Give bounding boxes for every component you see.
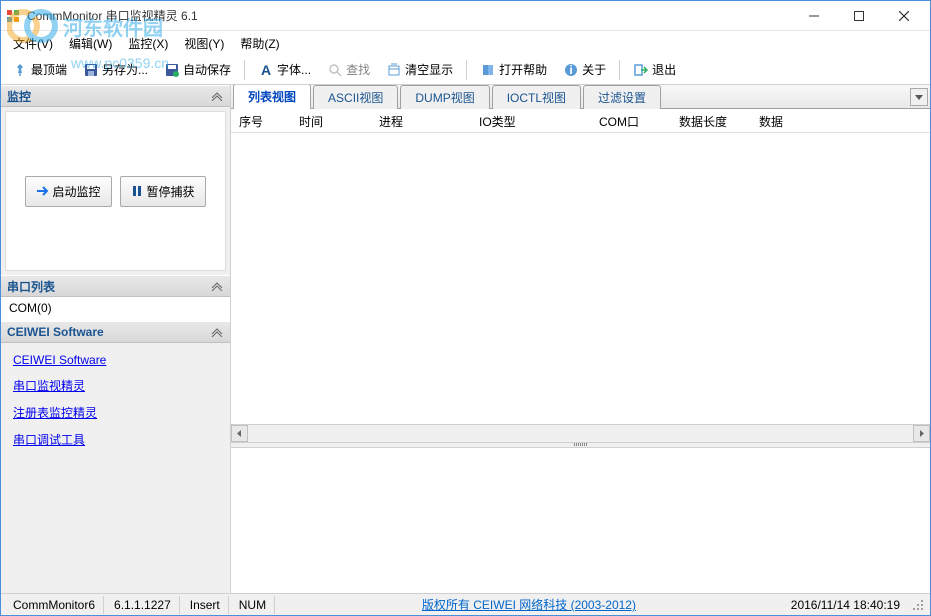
main-window: 河东软件园 www.pc0359.cn CommMonitor 串口监视精灵 6…: [0, 0, 931, 616]
clear-icon: [386, 62, 402, 78]
svg-text:i: i: [569, 63, 572, 77]
table-header: 序号 时间 进程 IO类型 COM口 数据长度 数据: [231, 109, 930, 133]
links-panel: CEIWEI Software CEIWEI Software 串口监视精灵 注…: [1, 321, 230, 593]
monitor-panel-header[interactable]: 监控: [1, 85, 230, 107]
autosave-icon: [164, 62, 180, 78]
separator: [619, 60, 620, 80]
pin-icon: [12, 62, 28, 78]
status-version: 6.1.1.1227: [106, 596, 180, 614]
book-icon: [480, 62, 496, 78]
menubar: 文件(V) 编辑(W) 监控(X) 视图(Y) 帮助(Z): [1, 31, 930, 55]
tool-clear[interactable]: 清空显示: [379, 58, 460, 81]
statusbar: CommMonitor6 6.1.1.1227 Insert NUM 版权所有 …: [1, 593, 930, 615]
start-monitor-button[interactable]: 启动监控: [25, 176, 111, 207]
col-proc[interactable]: 进程: [371, 109, 471, 132]
table-body: [231, 133, 930, 424]
app-icon: [5, 8, 21, 24]
monitor-panel: 监控 启动监控 暂停捕获: [1, 85, 230, 275]
search-icon: [327, 62, 343, 78]
pause-capture-button[interactable]: 暂停捕获: [120, 176, 206, 207]
main-area: 列表视图 ASCII视图 DUMP视图 IOCTL视图 过滤设置 序号 时间 进…: [231, 85, 930, 593]
status-app: CommMonitor6: [5, 596, 104, 614]
titlebar: CommMonitor 串口监视精灵 6.1: [1, 1, 930, 31]
comlist-panel-header[interactable]: 串口列表: [1, 275, 230, 297]
col-time[interactable]: 时间: [291, 109, 371, 132]
col-datalen[interactable]: 数据长度: [671, 109, 751, 132]
tabstrip: 列表视图 ASCII视图 DUMP视图 IOCTL视图 过滤设置: [231, 85, 930, 109]
tab-dump-view[interactable]: DUMP视图: [400, 85, 489, 109]
scroll-right-icon[interactable]: [913, 425, 930, 442]
tool-find[interactable]: 查找: [320, 58, 377, 81]
tool-saveas[interactable]: 另存为...: [76, 58, 155, 81]
comlist-panel: 串口列表 COM(0): [1, 275, 230, 321]
save-icon: [83, 62, 99, 78]
link-serial-monitor[interactable]: 串口监视精灵: [13, 377, 218, 394]
menu-file[interactable]: 文件(V): [5, 33, 61, 54]
content-area: 监控 启动监控 暂停捕获 串口列表: [1, 85, 930, 593]
minimize-button[interactable]: [791, 2, 836, 30]
resize-grip-icon[interactable]: [910, 597, 926, 613]
tool-help[interactable]: 打开帮助: [473, 58, 554, 81]
sidebar: 监控 启动监控 暂停捕获 串口列表: [1, 85, 231, 593]
com-item[interactable]: COM(0): [9, 301, 52, 315]
toolbar: 最顶端 另存为... 自动保存 A 字体... 查找 清空显示 打开帮助: [1, 55, 930, 85]
font-icon: A: [258, 62, 274, 78]
tool-about[interactable]: i 关于: [556, 58, 613, 81]
tab-list-view[interactable]: 列表视图: [233, 85, 311, 109]
collapse-icon: [210, 91, 224, 101]
separator: [244, 60, 245, 80]
tab-filter-settings[interactable]: 过滤设置: [583, 85, 661, 109]
window-title: CommMonitor 串口监视精灵 6.1: [27, 7, 791, 24]
link-registry-monitor[interactable]: 注册表监控精灵: [13, 404, 218, 421]
link-serial-debug[interactable]: 串口调试工具: [13, 431, 218, 448]
tab-ascii-view[interactable]: ASCII视图: [313, 85, 398, 109]
tab-ioctl-view[interactable]: IOCTL视图: [492, 85, 581, 109]
status-num: NUM: [231, 596, 275, 614]
col-seq[interactable]: 序号: [231, 109, 291, 132]
exit-icon: [633, 62, 649, 78]
detail-pane: [231, 448, 930, 593]
col-data[interactable]: 数据: [751, 109, 930, 132]
tool-font[interactable]: A 字体...: [251, 58, 318, 81]
separator: [466, 60, 467, 80]
tool-top[interactable]: 最顶端: [5, 58, 74, 81]
collapse-icon: [210, 281, 224, 291]
close-button[interactable]: [881, 2, 926, 30]
menu-edit[interactable]: 编辑(W): [61, 33, 120, 54]
data-table: 序号 时间 进程 IO类型 COM口 数据长度 数据: [231, 109, 930, 442]
menu-help[interactable]: 帮助(Z): [232, 33, 287, 54]
maximize-button[interactable]: [836, 2, 881, 30]
status-datetime: 2016/11/14 18:40:19: [783, 596, 908, 614]
menu-monitor[interactable]: 监控(X): [120, 33, 176, 54]
col-com[interactable]: COM口: [591, 109, 671, 132]
menu-view[interactable]: 视图(Y): [176, 33, 232, 54]
tool-exit[interactable]: 退出: [626, 58, 683, 81]
links-panel-header[interactable]: CEIWEI Software: [1, 321, 230, 343]
status-copyright-link[interactable]: 版权所有 CEIWEI 网络科技 (2003-2012): [422, 596, 636, 613]
play-icon: [36, 185, 48, 197]
scroll-left-icon[interactable]: [231, 425, 248, 442]
status-insert: Insert: [182, 596, 229, 614]
link-ceiwei[interactable]: CEIWEI Software: [13, 353, 218, 367]
pause-icon: [131, 185, 143, 197]
info-icon: i: [563, 62, 579, 78]
horizontal-scrollbar[interactable]: [231, 424, 930, 442]
tool-autosave[interactable]: 自动保存: [157, 58, 238, 81]
tab-dropdown[interactable]: [910, 88, 928, 106]
col-iotype[interactable]: IO类型: [471, 109, 591, 132]
collapse-icon: [210, 327, 224, 337]
